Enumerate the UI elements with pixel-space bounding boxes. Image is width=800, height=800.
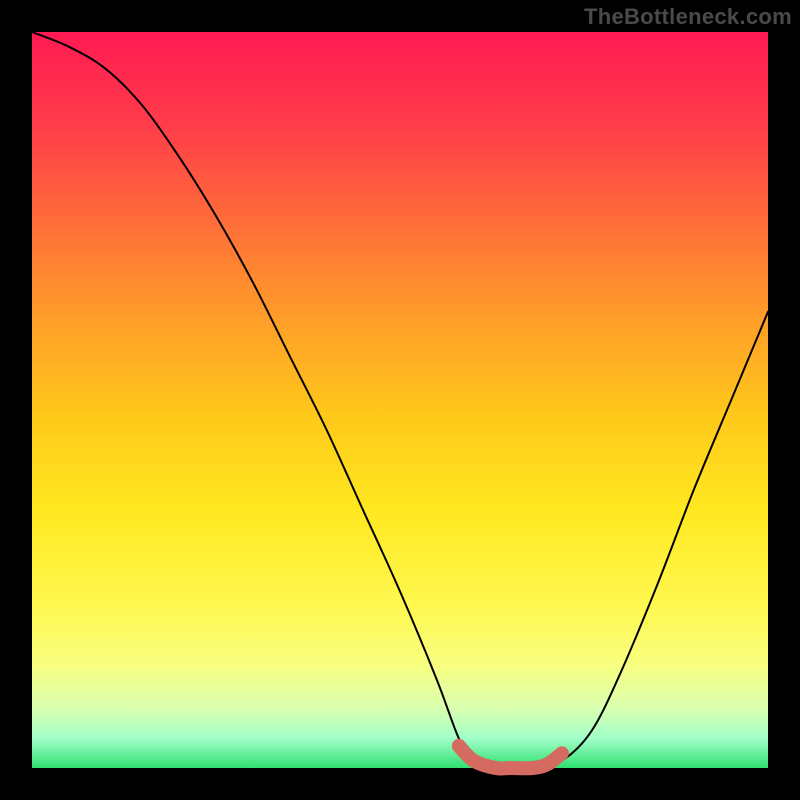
- plot-area: [32, 32, 768, 768]
- chart-frame: TheBottleneck.com: [0, 0, 800, 800]
- curve-layer: [32, 32, 768, 768]
- bottleneck-curve: [32, 32, 768, 769]
- optimal-start-dot: [452, 739, 466, 753]
- optimal-band-highlight: [459, 746, 562, 769]
- watermark-text: TheBottleneck.com: [584, 4, 792, 30]
